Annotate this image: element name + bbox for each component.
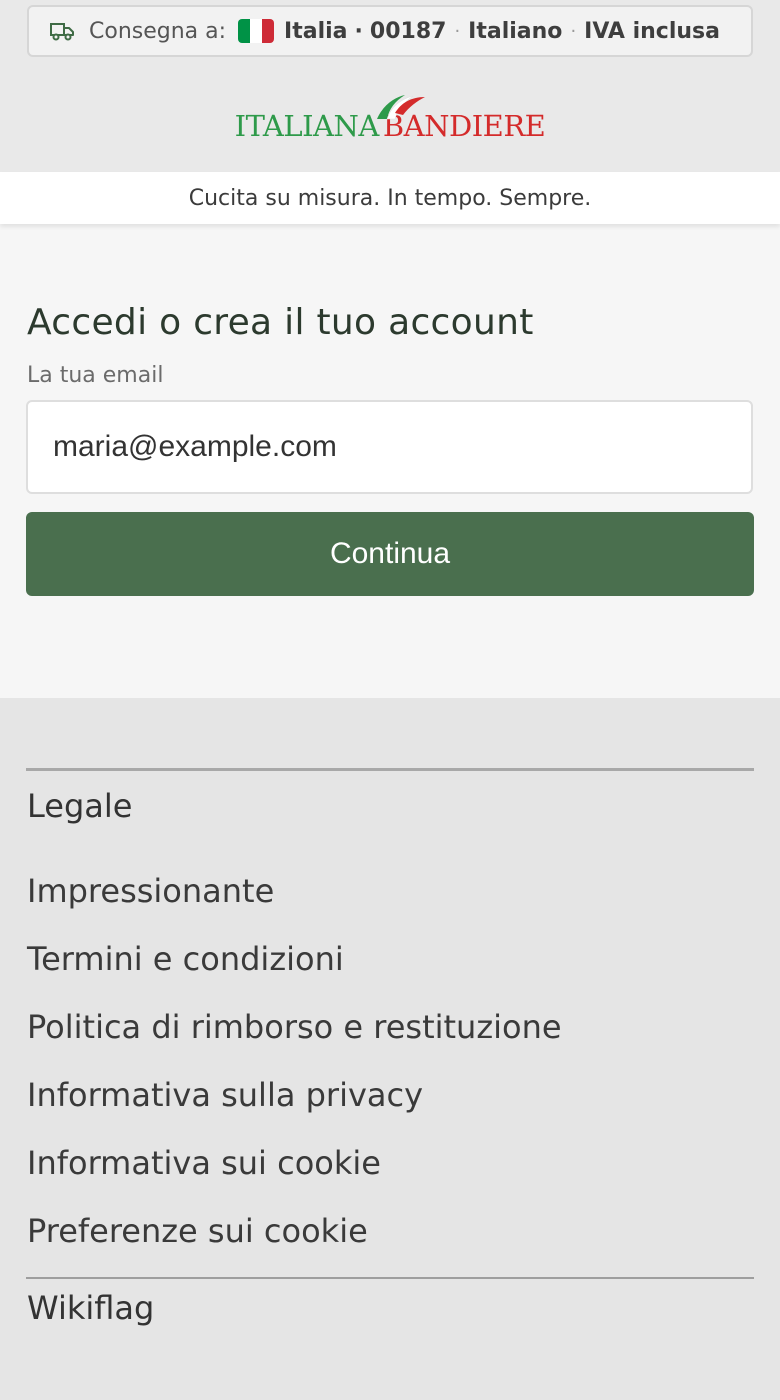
- italy-flag-icon: [238, 19, 275, 43]
- site-logo[interactable]: ITALIANA BANDIERE: [235, 91, 546, 143]
- delivery-postcode: 00187: [369, 18, 447, 44]
- footer: Legale Impressionante Termini e condizio…: [0, 698, 780, 1327]
- continue-button[interactable]: Continua: [26, 512, 754, 596]
- delivery-label: Consegna a:: [89, 18, 227, 44]
- legal-links-list: Impressionante Termini e condizioni Poli…: [26, 869, 754, 1277]
- delivery-country-dot: ·: [354, 18, 363, 44]
- separator-dot: ·: [570, 20, 577, 42]
- email-label: La tua email: [27, 363, 164, 388]
- delivery-bar-container: Consegna a: Italia · 00187 · Italiano · …: [0, 0, 780, 62]
- login-section: Accedi o crea il tuo account La tua emai…: [0, 224, 780, 698]
- delivery-country: Italia: [284, 18, 348, 44]
- flag-swoosh-icon: [376, 95, 425, 120]
- footer-link-impressum[interactable]: Impressionante: [27, 869, 754, 937]
- email-field[interactable]: [26, 400, 753, 494]
- footer-link-terms[interactable]: Termini e condizioni: [27, 937, 754, 1005]
- site-header: ITALIANA BANDIERE: [0, 62, 780, 172]
- delivery-vat: IVA inclusa: [584, 18, 720, 44]
- delivery-language: Italiano: [468, 18, 563, 44]
- divider: [26, 768, 754, 771]
- truck-icon: [50, 23, 74, 41]
- footer-link-cookie-preferences[interactable]: Preferenze sui cookie: [27, 1209, 754, 1277]
- separator-dot: ·: [454, 20, 461, 42]
- footer-link-privacy-policy[interactable]: Informativa sulla privacy: [27, 1073, 754, 1141]
- footer-heading-wikiflag[interactable]: Wikiflag: [27, 1289, 754, 1327]
- tagline-text: Cucita su misura. In tempo. Sempre.: [188, 185, 592, 211]
- footer-link-refund-policy[interactable]: Politica di rimborso e restituzione: [27, 1005, 754, 1073]
- page-title: Accedi o crea il tuo account: [27, 302, 534, 343]
- footer-link-cookie-policy[interactable]: Informativa sui cookie: [27, 1141, 754, 1209]
- footer-heading-legal[interactable]: Legale: [27, 787, 754, 825]
- tagline-banner: Cucita su misura. In tempo. Sempre.: [0, 172, 780, 224]
- logo-text-italiana: ITALIANA: [234, 109, 380, 143]
- divider: [26, 1277, 754, 1279]
- delivery-selector[interactable]: Consegna a: Italia · 00187 · Italiano · …: [27, 5, 753, 57]
